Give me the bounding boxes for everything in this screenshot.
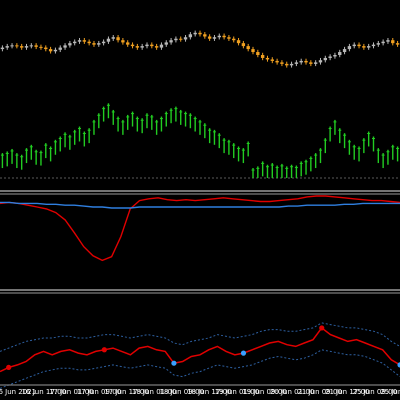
candle-body [82,40,87,42]
candle-body [333,55,337,57]
candle-body [289,63,294,66]
candle-body [111,37,115,39]
signal-dot [319,325,325,331]
candle-body [227,37,231,39]
candle-body [116,37,120,41]
trading-chart-window[interactable]: 16 Jun 202116 Jun 17:0017 Jun 01:0017 Ju… [0,0,400,400]
candle-body [87,41,91,44]
signal-dot [171,360,177,366]
candle-body [183,37,188,40]
candle-body [232,38,236,41]
candle-body [395,43,400,45]
candle-body [0,47,5,50]
candle-body [203,34,207,37]
candle-body [241,43,246,47]
candle-body [342,49,347,53]
candle-body [347,46,352,50]
candle-body [39,46,43,48]
candle-body [188,34,193,38]
candle-body [164,42,168,45]
candle-body [150,44,154,47]
candle-body [256,52,260,55]
candle-body [207,36,212,39]
candle-body [53,49,58,52]
candle-body [371,44,376,47]
candle-body [20,46,24,48]
candle-body [68,43,72,46]
candle-body [159,44,164,48]
candle-body [198,32,202,35]
candle-body [174,38,178,41]
candle-body [313,62,318,64]
candle-body [24,46,29,48]
candle-body [126,42,130,45]
candle-body [222,35,226,38]
candle-body [44,47,48,50]
candle-body [386,40,390,42]
candle-body [193,32,197,35]
candle-body [323,57,327,61]
candle-body [15,45,19,47]
time-axis: 16 Jun 202116 Jun 17:0017 Jun 01:0017 Ju… [0,388,400,396]
candle-body [106,38,111,42]
candle-body [352,44,356,47]
candle-body [5,46,9,48]
candle-body [265,57,270,60]
candle-body [236,40,241,44]
candle-body [92,43,96,45]
candle-body [217,35,221,38]
candle-body [97,43,101,45]
candle-body [179,38,183,40]
candle-body [251,49,255,53]
candle-body [130,44,135,47]
candle-body [304,60,308,63]
candle-body [294,62,299,64]
candle-body [366,46,371,48]
candle-body [63,45,67,48]
candle-body [145,44,149,47]
candle-body [381,41,385,44]
candle-body [299,60,303,63]
candle-body [391,40,395,44]
time-axis-label: 25 Jun 17:00 [380,388,400,396]
candle-body [362,46,366,48]
candle-body [309,62,313,64]
signal-dot [240,350,247,356]
candle-body [280,62,284,64]
candle-body [246,46,250,50]
candle-body [135,46,140,48]
candle-body [48,49,53,52]
candle-body [34,45,38,47]
candle-body [58,47,62,50]
candle-body [101,41,106,44]
candle-body [318,60,323,63]
candle-body [328,56,332,58]
signal-dot [101,347,107,353]
candle-body [169,40,173,43]
candle-body [29,45,34,47]
candle-body [10,45,14,47]
candle-body [154,46,159,48]
candle-body [121,40,125,43]
signal-dot [6,364,12,370]
candle-body [270,59,274,61]
candle-body [260,55,265,58]
candle-body [275,60,279,63]
candle-body [376,43,380,45]
candle-body [140,46,144,48]
candle-body [285,63,289,66]
candle-body [212,37,217,39]
candle-body [338,52,342,55]
candle-body [77,40,82,42]
candle-body [73,41,77,44]
candle-body [357,44,361,47]
chart-canvas[interactable]: 16 Jun 202116 Jun 17:0017 Jun 01:0017 Ju… [0,0,400,400]
